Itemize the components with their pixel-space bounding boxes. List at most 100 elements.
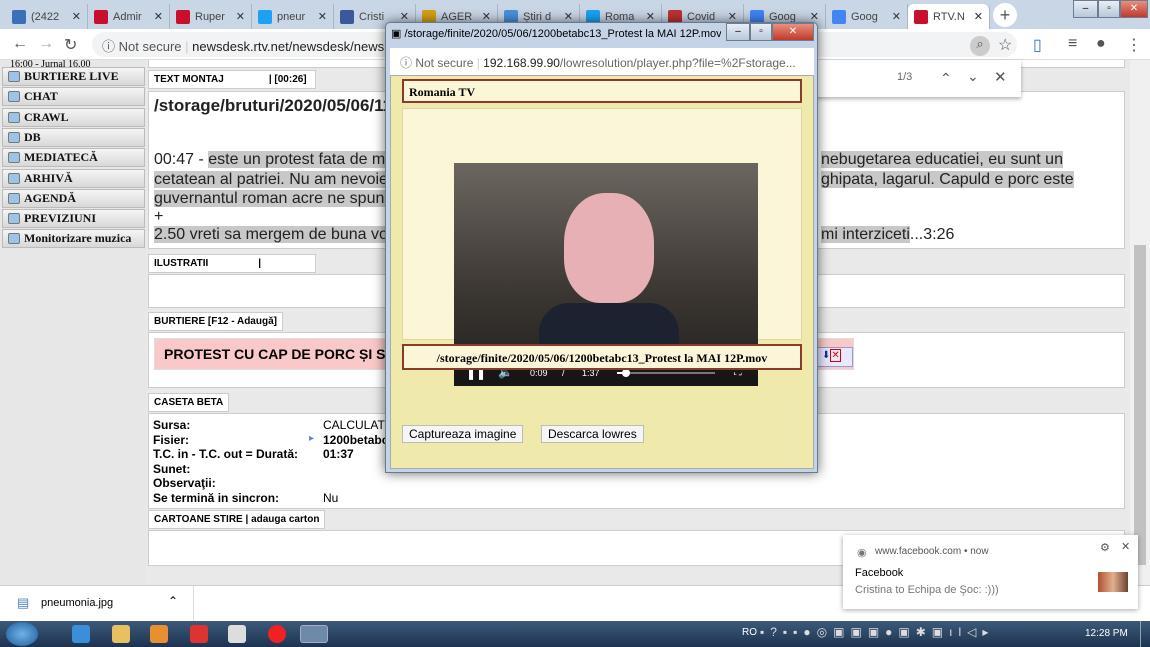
browser-tab[interactable]: (2422 ✕ <box>6 4 88 29</box>
windows-taskbar: RO ▪?▪▪●◎▣▣▣●▣✱▣ıl◁▸ 12:28 PM <box>0 621 1150 647</box>
ilustratii-header: ILUSTRATII | <box>148 254 316 273</box>
tab-label: Admir <box>113 10 142 23</box>
media-player-icon[interactable] <box>150 625 168 643</box>
popup-maximize-button[interactable]: ▫ <box>750 23 772 41</box>
caseta-field-value: 1200betabc <box>323 432 389 447</box>
sidebar-item[interactable]: MEDIATECĂ <box>2 148 145 168</box>
ie-icon[interactable] <box>72 625 90 643</box>
reading-list-icon[interactable]: ≡ <box>1068 35 1077 53</box>
chevron-up-icon[interactable]: ⌃ <box>168 594 178 608</box>
start-button[interactable] <box>6 622 38 646</box>
add-carton-link[interactable]: | adauga carton <box>246 514 320 525</box>
caseta-field-label: T.C. in - T.C. out = Durată: <box>153 447 299 461</box>
browser-tab[interactable]: pneur ✕ <box>252 4 334 29</box>
close-window-button[interactable]: ✕ <box>1120 0 1148 18</box>
popup-address-bar[interactable]: ⓘ Not secure | 192.168.99.90/lowresoluti… <box>390 48 814 75</box>
transcript-line-continued: ghipata, lagarul. Capuld e porc este <box>821 171 1074 188</box>
delete-icon[interactable]: ✕ <box>830 349 841 362</box>
find-in-page-icon[interactable]: ⌕ <box>970 36 990 56</box>
popup-close-button[interactable]: ✕ <box>772 23 814 41</box>
language-indicator[interactable]: RO <box>742 627 757 638</box>
popup-minimize-button[interactable]: – <box>726 23 750 41</box>
menu-icon[interactable]: ⋮ <box>1126 35 1142 55</box>
source-path: /storage/bruturi/2020/05/06/112 <box>154 96 402 115</box>
tab-label: Ruper <box>195 10 225 23</box>
close-tab-icon[interactable]: ✕ <box>72 10 81 23</box>
sidebar-item[interactable]: AGENDĂ <box>2 188 145 208</box>
caseta-field-value: Nu <box>323 490 339 505</box>
find-previous-icon[interactable]: ⌃ <box>940 70 952 87</box>
yahoo-icon[interactable] <box>190 625 208 643</box>
close-tab-icon[interactable]: ✕ <box>236 10 245 23</box>
find-next-icon[interactable]: ⌄ <box>967 68 979 85</box>
sidebar-item-label: ARHIVĂ <box>24 170 73 185</box>
forward-icon[interactable]: → <box>38 35 54 53</box>
cartoane-header: CARTOANE STIRE | adauga carton <box>148 510 326 529</box>
sidebar-item[interactable]: BURTIERE LIVE <box>2 67 145 86</box>
close-tab-icon[interactable]: ✕ <box>318 10 327 23</box>
sidebar-item-label: AGENDĂ <box>24 190 77 205</box>
clock[interactable]: 12:28 PM <box>1085 628 1128 639</box>
not-secure-label: Not secure <box>118 39 182 54</box>
opera-icon[interactable] <box>268 625 286 643</box>
calculator-icon[interactable] <box>228 625 246 643</box>
close-tab-icon[interactable]: ✕ <box>154 10 163 23</box>
download-item[interactable]: pneumonia.jpg <box>41 597 113 609</box>
app-icon: ▣ <box>391 28 405 40</box>
close-tab-icon[interactable]: ✕ <box>974 10 983 23</box>
tab-label: Cristi <box>359 10 385 23</box>
twitter-icon <box>258 9 272 24</box>
reload-icon[interactable]: ↻ <box>64 35 77 55</box>
tab-label: AGER <box>441 10 473 23</box>
menu-item-icon <box>8 131 20 143</box>
sidebar-item-label: MEDIATECĂ <box>24 150 98 165</box>
tab-label: Roma <box>605 10 635 23</box>
sidebar-item[interactable]: ARHIVĂ <box>2 168 145 188</box>
menu-item-icon <box>8 91 20 103</box>
find-close-icon[interactable]: ✕ <box>994 68 1007 86</box>
close-tab-icon[interactable]: ✕ <box>892 10 901 23</box>
channel-name: Romania TV <box>402 79 802 103</box>
browser-tab[interactable]: Goog ✕ <box>826 4 908 29</box>
tab-label: RTV.N <box>933 10 965 23</box>
page-scrollbar[interactable] <box>1130 60 1150 585</box>
transcript-line: 00:47 - este un protest fata de ma <box>154 151 395 168</box>
sidebar-item[interactable]: DB <box>2 127 145 147</box>
explorer-icon[interactable] <box>112 625 130 643</box>
chrome-taskbar-icon[interactable] <box>300 625 328 643</box>
download-lowres-button[interactable]: Descarca lowres <box>541 425 644 443</box>
extension-icon[interactable]: ▯ <box>1033 35 1042 55</box>
facebook-notification[interactable]: ◉ www.facebook.com • now ⚙ ✕ Facebook Cr… <box>843 535 1138 609</box>
notification-title: Facebook <box>855 567 904 579</box>
back-icon[interactable]: ← <box>12 35 28 53</box>
transcript-line-continued: mi interziceti...3:26 <box>821 226 955 243</box>
browser-tab[interactable]: Ruper ✕ <box>170 4 252 29</box>
browser-tab[interactable]: RTV.N ✕ <box>908 4 990 29</box>
notification-close-icon[interactable]: ✕ <box>1121 540 1130 553</box>
new-tab-button[interactable]: + <box>993 3 1017 27</box>
menu-item-icon <box>8 111 20 123</box>
transcript-line-continued: nebugetarea educatiei, eu sunt un <box>821 151 1063 168</box>
tray-icons[interactable]: ▪?▪▪●◎▣▣▣●▣✱▣ıl◁▸ <box>760 625 994 639</box>
maximize-button[interactable]: ▫ <box>1098 0 1120 18</box>
settings-gear-icon[interactable]: ⚙ <box>1100 541 1110 554</box>
player-page: Romania TV ❚❚ 🔈 0:09 / 1:37 ⛶ /storage/f… <box>390 75 814 469</box>
seek-bar[interactable] <box>617 369 715 377</box>
browser-tab[interactable]: Admir ✕ <box>88 4 170 29</box>
menu-item-icon <box>8 71 20 82</box>
show-desktop-button[interactable] <box>1140 621 1150 647</box>
caseta-field-label: Sunet: <box>153 461 191 476</box>
bookmark-star-icon[interactable]: ☆ <box>998 35 1012 55</box>
sidebar-item[interactable]: Monitorizare muzica <box>2 229 145 249</box>
play-icon[interactable]: ▸ <box>309 433 314 444</box>
info-icon: ⓘ <box>400 56 416 70</box>
caseta-field-label: Sursa: <box>153 418 191 432</box>
capture-image-button[interactable]: Captureaza imagine <box>402 425 524 443</box>
burtiere-header[interactable]: BURTIERE [F12 - Adaugă] <box>148 312 283 331</box>
transcript-line: guvernantul roman acre ne spune <box>154 190 394 207</box>
sidebar-item[interactable]: CHAT <box>2 87 145 107</box>
profile-icon[interactable]: ● <box>1096 35 1106 53</box>
minimize-button[interactable]: – <box>1073 0 1098 18</box>
sidebar-item[interactable]: CRAWL <box>2 107 145 127</box>
sidebar-item[interactable]: PREVIZIUNI <box>2 209 145 229</box>
